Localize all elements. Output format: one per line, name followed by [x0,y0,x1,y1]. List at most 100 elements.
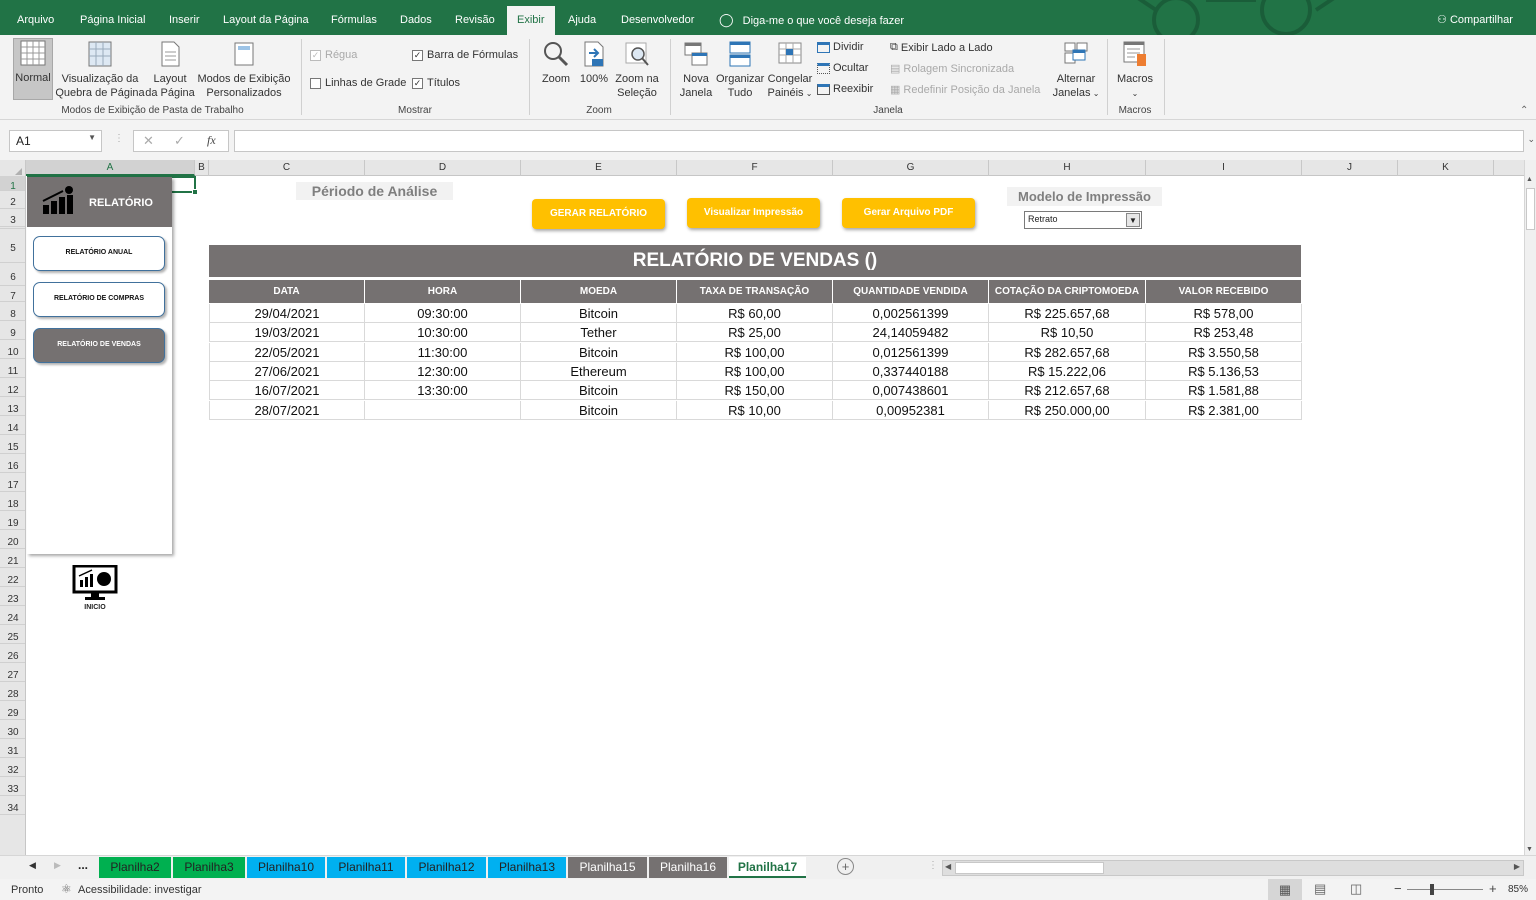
sheet-tab[interactable]: Planilha13 [488,857,566,878]
table-cell[interactable]: Bitcoin [521,400,677,420]
zoom-level[interactable]: 85% [1508,884,1528,895]
row-header[interactable]: 17 [0,473,25,492]
tab-scroll-left-icon[interactable]: ◀ [29,860,36,871]
table-cell[interactable]: R$ 1.581,88 [1146,381,1302,401]
gridlines-checkbox[interactable]: Linhas de Grade [310,77,406,89]
table-cell[interactable]: Bitcoin [521,342,677,362]
page-layout-view-icon[interactable]: ▤ [1314,881,1326,897]
table-cell[interactable]: 13:30:00 [365,381,521,401]
sheet-tab[interactable]: Planilha11 [327,857,405,878]
freeze-panes-button[interactable]: Congelar Painéis ⌄ [766,40,814,101]
sidebar-item-relatorio-vendas[interactable]: RELATÓRIO DE VENDAS [33,328,165,363]
table-cell[interactable]: Tether [521,323,677,343]
table-cell[interactable]: R$ 578,00 [1146,304,1302,323]
sidebar-item-relatorio-anual[interactable]: RELATÓRIO ANUAL [33,236,165,271]
menu-tab-ajuda[interactable]: Ajuda [568,0,596,35]
normal-view-icon[interactable]: ▦ [1268,879,1302,900]
share-button[interactable]: ⚇ Compartilhar [1437,0,1513,35]
collapse-ribbon-icon[interactable]: ⌃ [1520,105,1528,116]
table-cell[interactable]: R$ 100,00 [677,361,833,381]
table-cell[interactable]: 22/05/2021 [209,342,365,362]
select-all-corner[interactable] [0,160,26,176]
table-cell[interactable]: 0,007438601 [833,381,989,401]
table-cell[interactable]: R$ 15.222,06 [989,361,1146,381]
accessibility-status[interactable]: Acessibilidade: investigar [78,884,202,896]
row-header[interactable]: 18 [0,492,25,511]
column-header-i[interactable]: I [1146,160,1302,176]
table-cell[interactable]: 10:30:00 [365,323,521,343]
page-break-preview-button[interactable]: Visualização da Quebra de Página [55,40,145,100]
table-cell[interactable]: 09:30:00 [365,304,521,323]
row-header[interactable]: 2 [0,191,25,209]
row-header[interactable]: 34 [0,796,25,815]
row-header[interactable]: 6 [0,263,25,286]
menu-tab-formulas[interactable]: Fórmulas [331,0,377,35]
sheet-tab[interactable]: Planilha3 [173,857,245,878]
reset-window-position-button[interactable]: ▦ Redefinir Posição da Janela [890,83,1040,97]
table-cell[interactable]: R$ 10,50 [989,323,1146,343]
menu-tab-revisao[interactable]: Revisão [455,0,495,35]
table-cell[interactable]: R$ 10,00 [677,400,833,420]
row-header[interactable]: 26 [0,644,25,663]
column-header-k[interactable]: K [1398,160,1494,176]
table-cell[interactable]: 19/03/2021 [209,323,365,343]
table-cell[interactable]: Bitcoin [521,381,677,401]
sheet-tab[interactable]: Planilha10 [247,857,325,878]
menu-tab-pagina-inicial[interactable]: Página Inicial [80,0,145,35]
table-cell[interactable]: 0,337440188 [833,361,989,381]
row-header[interactable]: 28 [0,682,25,701]
row-header[interactable]: 5 [0,229,25,263]
table-cell[interactable]: Ethereum [521,361,677,381]
row-header[interactable]: 7 [0,286,25,302]
zoom-out-icon[interactable]: − [1394,881,1402,896]
table-cell[interactable]: 29/04/2021 [209,304,365,323]
page-break-view-icon[interactable]: ◫ [1350,881,1362,897]
row-header[interactable]: 19 [0,511,25,530]
formula-bar-checkbox[interactable]: ✓ Barra de Fórmulas [412,49,518,61]
table-cell[interactable]: 12:30:00 [365,361,521,381]
row-header[interactable]: 3 [0,209,25,227]
menu-tab-desenvolvedor[interactable]: Desenvolvedor [621,0,694,35]
table-cell[interactable]: 0,00952381 [833,400,989,420]
enter-check-icon[interactable]: ✓ [174,133,185,149]
sidebar-item-relatorio-compras[interactable]: RELATÓRIO DE COMPRAS [33,282,165,317]
add-sheet-icon[interactable]: + [837,858,854,875]
tab-splitter-handle[interactable]: ⋮ [928,860,938,871]
switch-windows-button[interactable]: Alternar Janelas ⌄ [1052,40,1100,101]
vertical-scrollbar[interactable]: ▲ ▼ [1524,160,1536,855]
row-header[interactable]: 30 [0,720,25,739]
table-cell[interactable]: R$ 25,00 [677,323,833,343]
zoom-button[interactable]: Zoom [536,40,576,86]
new-window-button[interactable]: Nova Janela [678,40,714,100]
column-header-c[interactable]: C [209,160,365,176]
row-header[interactable]: 8 [0,302,25,321]
dropdown-arrow-icon[interactable]: ▼ [1126,213,1140,227]
scroll-left-icon[interactable]: ◀ [945,862,951,871]
table-cell[interactable]: R$ 212.657,68 [989,381,1146,401]
view-side-by-side-button[interactable]: ⧉ Exibir Lado a Lado [890,41,993,54]
fill-handle[interactable] [192,189,198,195]
table-cell[interactable]: R$ 2.381,00 [1146,400,1302,420]
table-cell[interactable]: R$ 253,48 [1146,323,1302,343]
table-cell[interactable]: R$ 225.657,68 [989,304,1146,323]
more-tabs-ellipsis[interactable]: ... [78,858,88,872]
row-header[interactable]: 1 [0,176,25,192]
table-cell[interactable] [365,400,521,420]
row-header[interactable]: 11 [0,359,25,378]
synchronous-scrolling-button[interactable]: ▤ Rolagem Sincronizada [890,62,1014,76]
row-header[interactable]: 22 [0,568,25,587]
scroll-right-icon[interactable]: ▶ [1514,862,1520,871]
row-header[interactable]: 12 [0,378,25,397]
row-header[interactable]: 16 [0,454,25,473]
column-header-h[interactable]: H [989,160,1146,176]
arrange-all-button[interactable]: Organizar Tudo [716,40,764,100]
table-cell[interactable]: R$ 150,00 [677,381,833,401]
headings-checkbox[interactable]: ✓ Títulos [412,77,460,89]
worksheet-grid[interactable] [27,177,1524,855]
table-cell[interactable]: 16/07/2021 [209,381,365,401]
column-header-g[interactable]: G [833,160,989,176]
horizontal-scrollbar[interactable]: ◀ ▶ [942,860,1524,876]
sheet-tab[interactable]: Planilha12 [407,857,486,878]
table-cell[interactable]: 0,002561399 [833,304,989,323]
zoom-slider-track[interactable] [1407,889,1483,890]
